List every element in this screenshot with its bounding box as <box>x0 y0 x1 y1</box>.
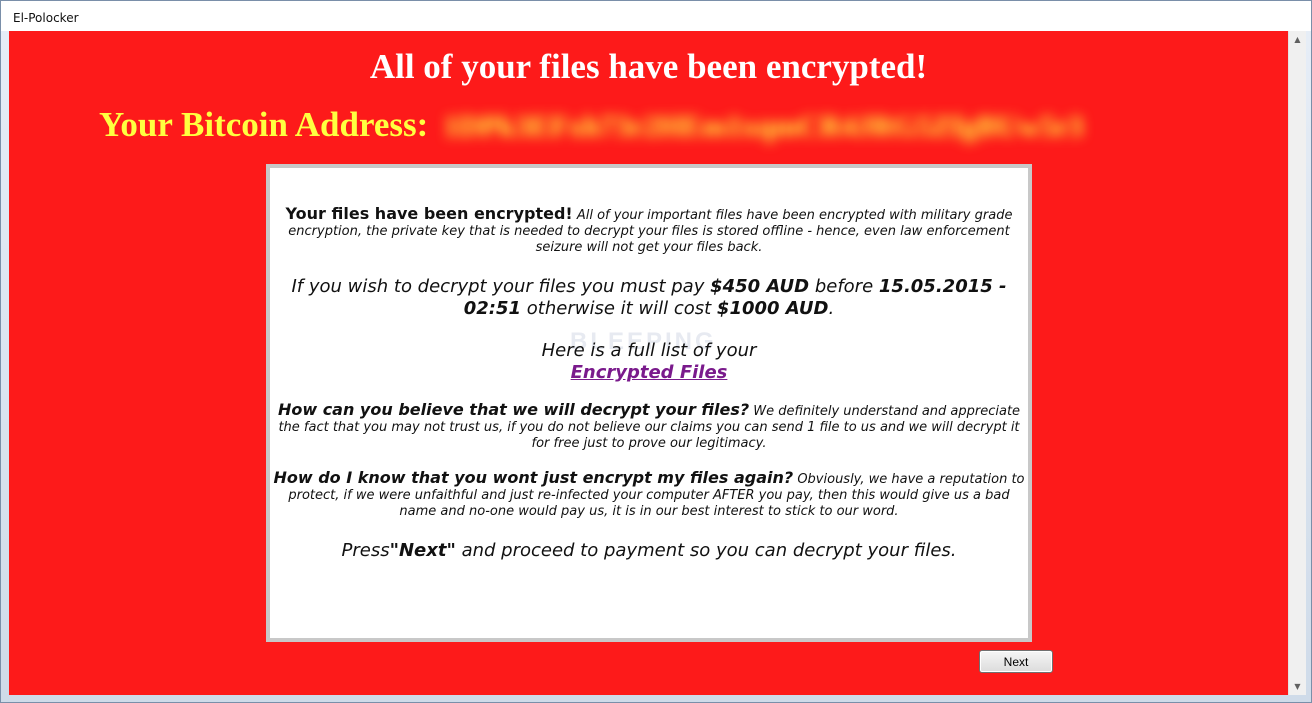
instruction-text: Press <box>341 540 390 561</box>
payment-text: . <box>828 298 835 319</box>
payment-text: before <box>809 276 879 297</box>
instruction-paragraph: Press"Next" and proceed to payment so yo… <box>270 540 1028 562</box>
reinfect-paragraph: How do I know that you wont just encrypt… <box>270 470 1028 520</box>
ransom-window: El-Polocker All of your files have been … <box>0 0 1312 703</box>
trust-question: How can you believe that we will decrypt… <box>277 400 750 419</box>
payment-paragraph: If you wish to decrypt your files you mu… <box>270 276 1028 320</box>
file-list-text: Here is a full list of your <box>541 340 757 361</box>
window-title: El-Polocker <box>13 11 79 25</box>
payment-text: If you wish to decrypt your files you mu… <box>291 276 711 297</box>
late-ransom-amount: $1000 AUD <box>716 298 829 319</box>
intro-heading: Your files have been encrypted! <box>285 204 573 223</box>
page-title: All of your files have been encrypted! <box>369 47 928 86</box>
reinfect-question: How do I know that you wont just encrypt… <box>273 468 794 487</box>
bitcoin-address-row: Your Bitcoin Address: 1DPk3EFxh73r2HEm1x… <box>99 105 1083 145</box>
vertical-scrollbar[interactable]: ▲ ▼ <box>1288 31 1306 695</box>
next-button[interactable]: Next <box>979 650 1053 673</box>
instruction-text: and proceed to payment so you can decryp… <box>455 540 957 561</box>
file-list-paragraph: Here is a full list of your Encrypted Fi… <box>270 340 1028 384</box>
instruction-next-label: "Next" <box>389 540 456 561</box>
ransom-content: All of your files have been encrypted! Y… <box>9 31 1288 695</box>
bitcoin-address-value[interactable]: 1DPk3EFxh73r2HEm1xqmCR4JRG5ZfgBUw5r3 <box>443 110 1083 144</box>
encrypted-files-link[interactable]: Encrypted Files <box>571 362 728 383</box>
ransom-amount: $450 AUD <box>710 276 810 297</box>
ransom-note-text: Your files have been encrypted! All of y… <box>270 206 1028 562</box>
payment-text: otherwise it will cost <box>521 298 717 319</box>
bitcoin-address-label: Your Bitcoin Address: <box>99 105 429 144</box>
intro-paragraph: Your files have been encrypted! All of y… <box>270 206 1028 256</box>
ransom-note-panel: BLEEPING Your files have been encrypted!… <box>266 164 1032 642</box>
trust-paragraph: How can you believe that we will decrypt… <box>270 402 1028 452</box>
scroll-down-arrow-icon[interactable]: ▼ <box>1289 678 1306 695</box>
title-bar: El-Polocker <box>1 1 1311 31</box>
scroll-up-arrow-icon[interactable]: ▲ <box>1289 31 1306 48</box>
